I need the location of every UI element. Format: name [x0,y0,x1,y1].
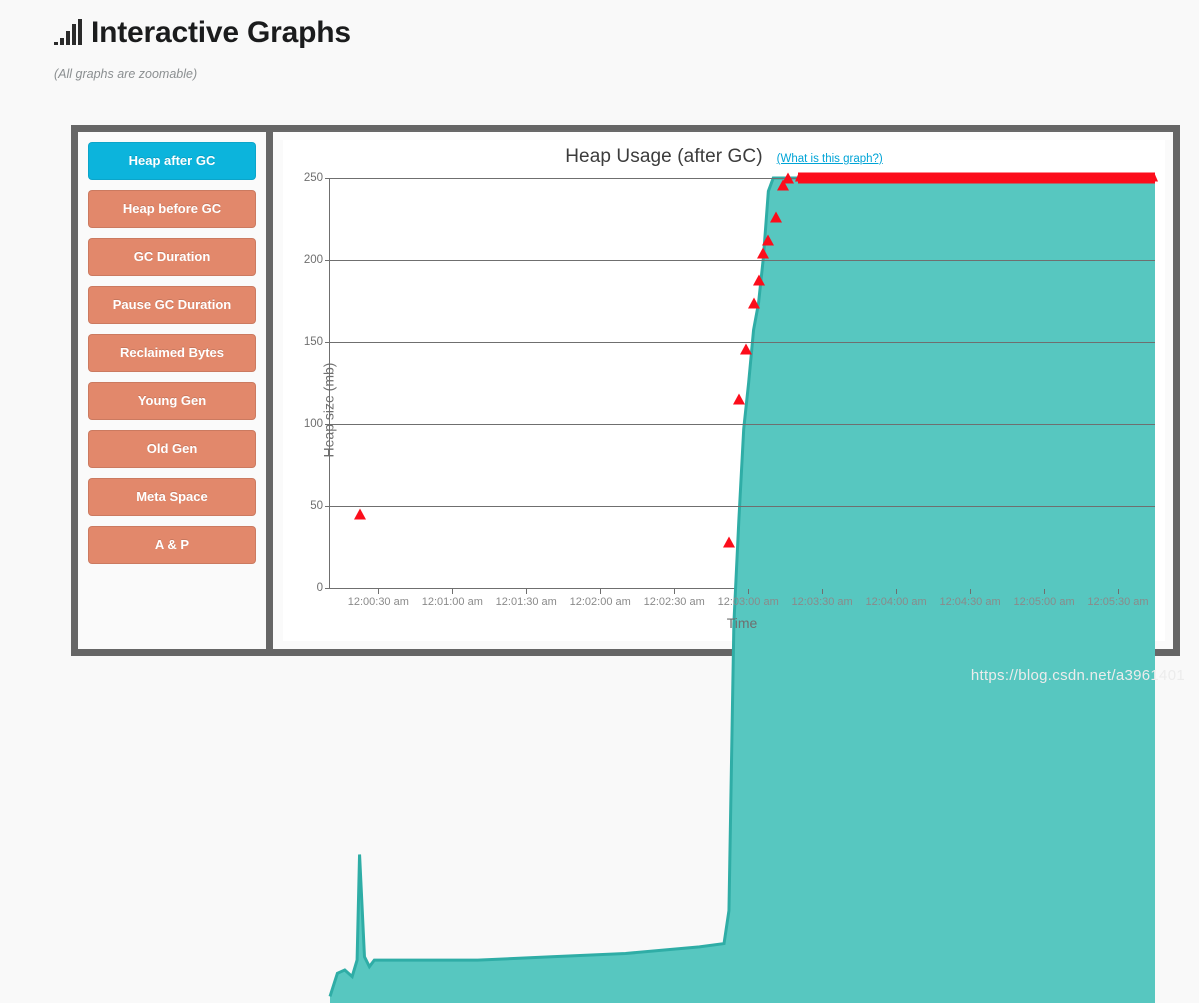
page-title-row: Interactive Graphs [54,18,351,48]
sidebar-item-old-gen[interactable]: Old Gen [88,430,256,468]
gc-event-marker[interactable] [722,536,735,548]
graph-frame: Heap after GC Heap before GC GC Duration Pa… [71,125,1180,1003]
y-tick-label: 50 [310,500,323,512]
x-tick-label: 12:05:30 am [1087,596,1149,608]
x-tick-label: 12:01:00 am [421,596,483,608]
x-tick-mark [674,589,676,594]
sidebar-item-heap-before-gc[interactable]: Heap before GC [88,190,256,228]
x-tick-mark [378,589,380,594]
gc-event-marker[interactable] [752,274,765,286]
gc-event-marker[interactable] [1152,174,1158,182]
x-tick-label: 12:04:00 am [865,596,927,608]
x-tick-mark [896,589,898,594]
x-tick-label: 12:03:30 am [791,596,853,608]
sidebar-item-reclaimed-bytes[interactable]: Reclaimed Bytes [88,334,256,372]
gridline [330,506,1155,507]
page-title: Interactive Graphs [91,16,351,49]
y-tick-mark [325,424,330,425]
y-tick-label: 100 [303,418,323,430]
sidebar-item-gc-duration[interactable]: GC Duration [88,238,256,276]
x-tick-mark [970,589,972,594]
page-header: Interactive Graphs (All graphs are zooma… [54,18,351,81]
x-tick-mark [600,589,602,594]
gc-event-marker[interactable] [732,393,745,405]
plot-area[interactable]: 0 50 100 150 200 250 [304,172,1158,1003]
sidebar-item-pause-gc-duration[interactable]: Pause GC Duration [88,286,256,324]
y-tick-mark [325,342,330,343]
gc-event-marker[interactable] [747,297,760,309]
plot-wrap: Heap size (mb) 0 50 100 150 200 250 Time 12:0… [283,172,1161,1003]
gc-event-marker[interactable] [762,234,775,246]
x-tick-mark [526,589,528,594]
x-tick-label: 12:05:00 am [1013,596,1075,608]
sidebar-item-heap-after-gc[interactable]: Heap after GC [88,142,256,180]
x-tick-label: 12:01:30 am [495,596,557,608]
x-tick-label: 12:04:30 am [939,596,1001,608]
x-tick-mark [1044,589,1046,594]
x-tick-mark [452,589,454,594]
sidebar-item-young-gen[interactable]: Young Gen [88,382,256,420]
gc-event-marker[interactable] [740,343,753,355]
x-tick-mark [822,589,824,594]
sidebar-item-meta-space[interactable]: Meta Space [88,478,256,516]
graph-selector-sidebar: Heap after GC Heap before GC GC Duration Pa… [78,132,273,649]
gc-event-marker[interactable] [782,172,795,184]
chart-title: Heap Usage (after GC) [565,146,763,167]
gc-event-marker[interactable] [757,247,770,259]
x-tick-mark [748,589,750,594]
x-tick-label: 12:02:30 am [643,596,705,608]
graph-canvas-area[interactable]: Heap Usage (after GC) (What is this grap… [283,140,1165,1003]
watermark: https://blog.csdn.net/a3961401 [970,667,1185,684]
page-subtitle: (All graphs are zoomable) [54,67,198,81]
x-tick-label: 12:03:00 am [717,596,779,608]
bar-chart-icon [54,19,82,48]
x-tick-label: 12:02:00 am [569,596,631,608]
y-tick-label: 250 [303,172,323,184]
y-tick-label: 0 [316,582,323,594]
what-is-this-graph-link[interactable]: (What is this graph?) [777,153,883,165]
x-tick-mark [1118,589,1119,594]
gc-event-marker[interactable] [353,508,366,520]
gridline [330,424,1155,425]
x-tick-label: 12:00:30 am [347,596,409,608]
y-tick-mark [325,178,330,179]
y-tick-label: 200 [303,254,323,266]
gridline [330,260,1155,261]
gc-event-marker[interactable] [769,211,782,223]
x-axis: Time 12:00:30 am 12:01:00 am 12:01:30 am 12… [329,589,1155,641]
y-tick-mark [325,260,330,261]
y-tick-mark [325,506,330,507]
sidebar-item-a-p[interactable]: A & P [88,526,256,564]
chart-title-row: Heap Usage (after GC) (What is this grap… [283,146,1165,168]
y-tick-label: 150 [303,336,323,348]
x-axis-title: Time [726,615,758,631]
graph-panel: Heap Usage (after GC) (What is this grap… [273,132,1173,1003]
